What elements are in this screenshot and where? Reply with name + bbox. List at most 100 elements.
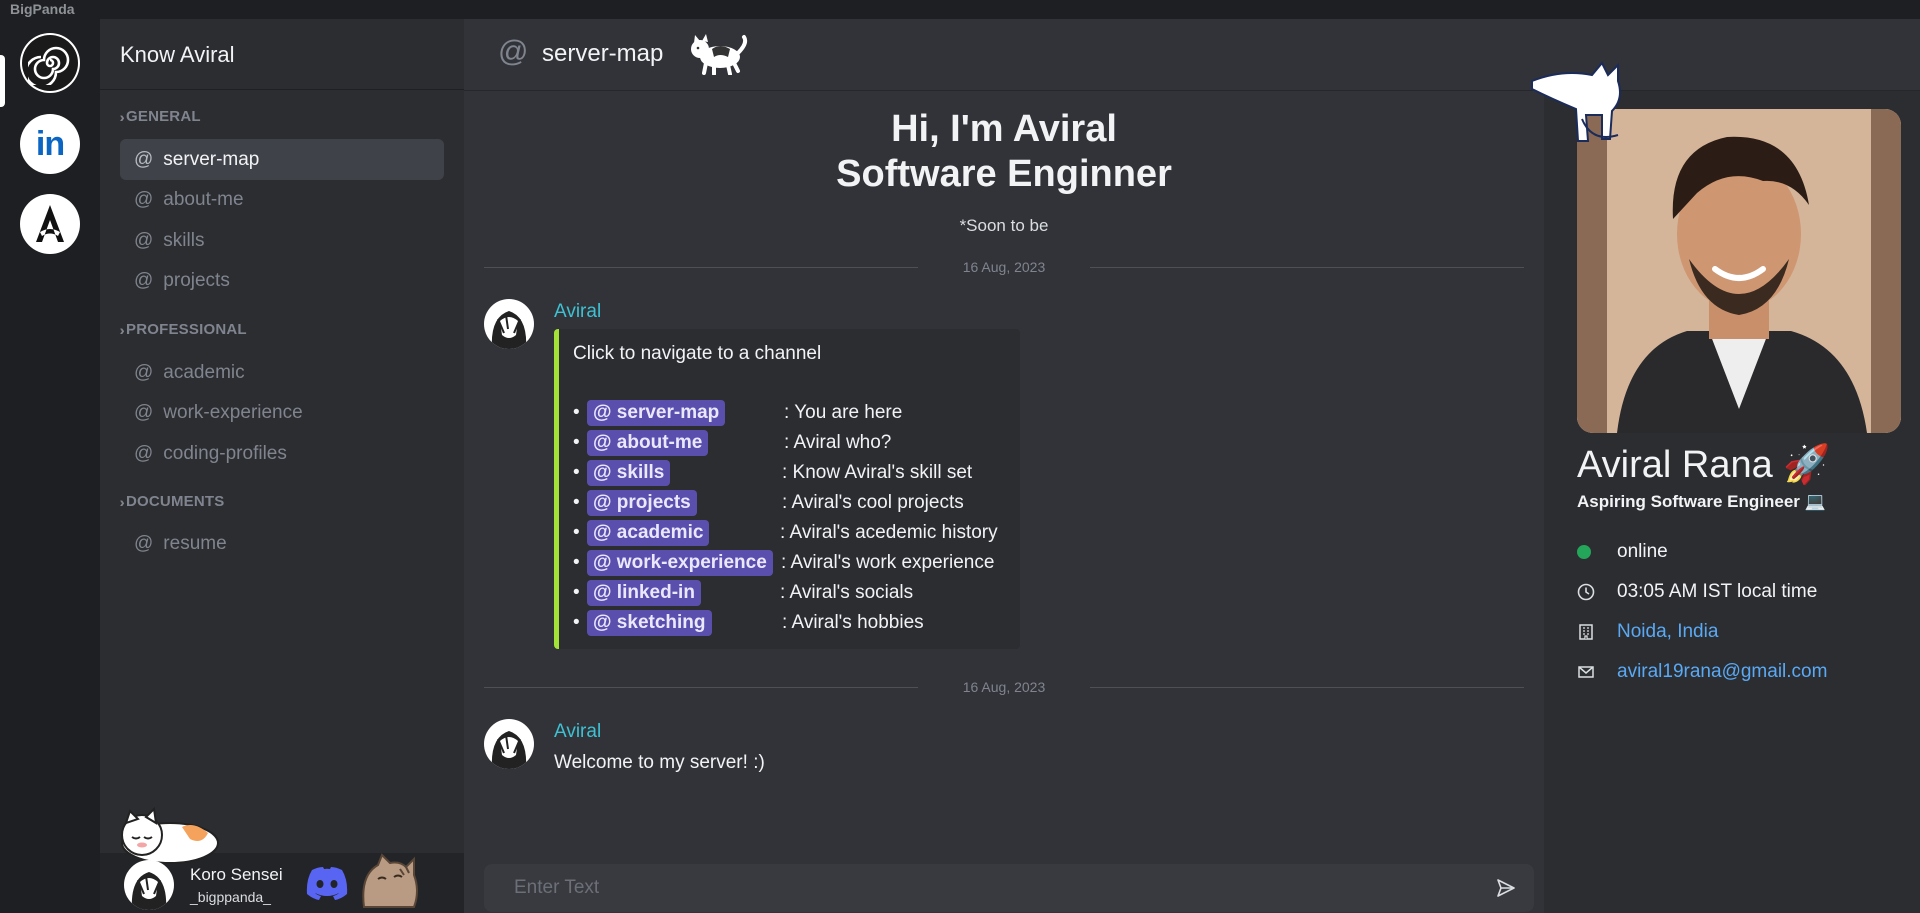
embed-title: Click to navigate to a channel — [573, 343, 822, 364]
spiral-logo-icon — [22, 35, 78, 91]
category-label: PROFESSIONAL — [126, 321, 247, 338]
message-text: Welcome to my server! :) — [554, 752, 765, 773]
mention-work-experience[interactable]: @ work-experience — [587, 550, 773, 576]
embed-item: • @ sketching — [573, 609, 712, 637]
category-professional[interactable]: ›› PROFESSIONAL — [120, 321, 247, 338]
chat-area: Hi, I'm Aviral Software Enginner *Soon t… — [464, 91, 1544, 913]
bullet-icon: • — [573, 492, 580, 513]
mail-icon — [1577, 663, 1617, 681]
mention-about-me[interactable]: @ about-me — [587, 430, 709, 456]
divider-date: 16 Aug, 2023 — [962, 679, 1046, 695]
message-avatar[interactable] — [484, 719, 534, 769]
message-author[interactable]: Aviral — [554, 721, 601, 743]
profile-time: 03:05 AM IST local time — [1617, 581, 1818, 602]
user-avatar[interactable] — [124, 860, 174, 910]
app-brand: BigPanda — [10, 1, 75, 17]
embed-item-desc: : Aviral's cool projects — [782, 492, 964, 513]
assassins-creed-icon — [36, 205, 64, 242]
channel-coding-profiles[interactable]: @ coding-profiles — [120, 433, 444, 474]
channel-label: projects — [163, 269, 230, 291]
divider-line — [1090, 687, 1524, 688]
server-home-button[interactable] — [20, 33, 80, 93]
mention-academic[interactable]: @ academic — [587, 520, 710, 546]
category-label: GENERAL — [126, 108, 201, 125]
channel-projects[interactable]: @ projects — [120, 260, 444, 301]
date-divider: 16 Aug, 2023 — [484, 258, 1524, 276]
mention-server-map[interactable]: @ server-map — [587, 400, 726, 426]
channel-server-map[interactable]: @ server-map — [120, 139, 444, 180]
user-panel: Koro Sensei _bigppanda_ — [100, 806, 464, 913]
mention-sketching[interactable]: @ sketching — [587, 610, 712, 636]
bullet-icon: • — [573, 522, 580, 543]
hero-title-line-2: Software Enginner — [836, 153, 1172, 195]
at-icon: @ — [134, 442, 154, 464]
channel-label: skills — [163, 229, 205, 251]
mention-linked-in[interactable]: @ linked-in — [587, 580, 701, 606]
online-dot — [1577, 545, 1591, 559]
bullet-icon: • — [573, 552, 580, 573]
embed-item-desc: : Aviral's acedemic history — [780, 522, 998, 543]
sleeping-cat-sticker-icon — [121, 806, 219, 864]
at-icon: @ — [134, 532, 154, 554]
at-icon: @ — [134, 401, 154, 423]
channel-label: resume — [163, 532, 227, 554]
channel-about-me[interactable]: @ about-me — [120, 179, 444, 220]
embed-item-desc: : Aviral who? — [784, 432, 892, 453]
bullet-icon: • — [573, 402, 580, 423]
profile-location-link[interactable]: Noida, India — [1617, 621, 1718, 643]
hero-title-line-1: Hi, I'm Aviral — [891, 108, 1117, 150]
divider-line — [1090, 267, 1524, 268]
building-icon — [1577, 623, 1617, 641]
embed-item-desc: : Know Aviral's skill set — [782, 462, 973, 483]
channel-academic[interactable]: @ academic — [120, 352, 444, 393]
active-server-indicator — [0, 55, 5, 107]
profile-email-row: aviral19rana@gmail.com — [1577, 658, 1827, 686]
bullet-icon: • — [573, 462, 580, 483]
embed-item-desc: : Aviral's hobbies — [782, 612, 924, 633]
send-icon[interactable] — [1496, 878, 1516, 898]
divider-line — [484, 267, 918, 268]
discord-icon[interactable] — [305, 867, 349, 901]
title-bar: BigPanda — [0, 0, 1920, 19]
channel-skills[interactable]: @ skills — [120, 220, 444, 261]
profile-email-link[interactable]: aviral19rana@gmail.com — [1617, 661, 1827, 683]
server-header[interactable]: Know Aviral — [100, 19, 464, 90]
profile-time-row: 03:05 AM IST local time — [1577, 578, 1817, 606]
walking-cat-icon — [691, 34, 748, 75]
category-documents[interactable]: ›› DOCUMENTS — [120, 493, 224, 510]
profile-location-row: Noida, India — [1577, 618, 1718, 646]
embed-item-desc: : You are here — [784, 402, 903, 423]
channel-resume[interactable]: @ resume — [120, 523, 444, 564]
embed-item: • @ about-me — [573, 429, 709, 457]
message-avatar[interactable] — [484, 299, 534, 349]
embed-item: • @ skills — [573, 459, 671, 487]
date-divider: 16 Aug, 2023 — [484, 678, 1524, 696]
divider-date: 16 Aug, 2023 — [962, 259, 1046, 275]
embed-item: • @ academic — [573, 519, 710, 547]
profile-status-row: online — [1577, 538, 1668, 566]
category-general[interactable]: ›› GENERAL — [120, 108, 201, 125]
message-composer — [484, 864, 1534, 912]
pusheen-sticker-icon — [362, 853, 418, 908]
channel-header: @ server-map — [464, 19, 1920, 91]
profile-subtitle: Aspiring Software Engineer 💻 — [1577, 492, 1826, 511]
channel-work-experience[interactable]: @ work-experience — [120, 392, 444, 433]
embed-item: • @ work-experience — [573, 549, 773, 577]
online-status-icon — [1577, 545, 1617, 559]
mention-projects[interactable]: @ projects — [587, 490, 697, 516]
message-input[interactable] — [484, 864, 1464, 912]
assassins-creed-server-button[interactable] — [20, 194, 80, 254]
linkedin-server-button[interactable]: in — [20, 114, 80, 174]
mention-skills[interactable]: @ skills — [587, 460, 671, 486]
profile-panel: Aviral Rana 🚀 Aspiring Software Engineer… — [1531, 61, 1920, 913]
embed-item: • @ projects — [573, 489, 697, 517]
embed-item-desc: : Aviral's work experience — [781, 552, 995, 573]
profile-photo — [1577, 109, 1901, 433]
message-author[interactable]: Aviral — [554, 301, 601, 323]
at-icon: @ — [498, 35, 529, 68]
server-title: Know Aviral — [120, 42, 235, 67]
bullet-icon: • — [573, 582, 580, 603]
profile-status: online — [1617, 541, 1668, 562]
channel-label: work-experience — [163, 401, 303, 423]
server-rail: in — [0, 19, 100, 913]
